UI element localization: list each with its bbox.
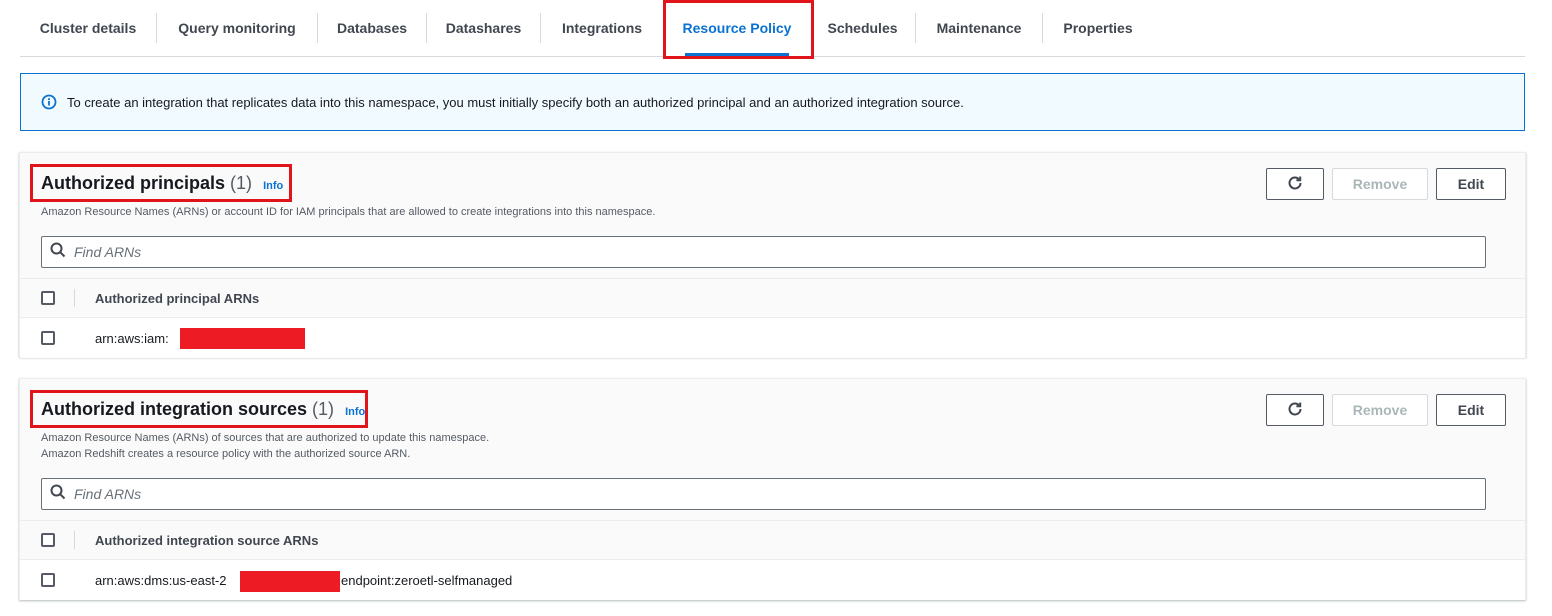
authorized-integration-sources-panel: Authorized integration sources (1) Info …	[19, 378, 1526, 600]
column-header-source-arns[interactable]: Authorized integration source ARNs	[95, 533, 318, 548]
search-icon	[50, 484, 66, 505]
table-header: Authorized integration source ARNs	[20, 520, 1525, 560]
edit-button[interactable]: Edit	[1436, 168, 1506, 200]
source-arn-prefix: arn:aws:dms:us-east-2	[95, 572, 227, 588]
info-banner-text: To create an integration that replicates…	[67, 94, 964, 110]
edit-button[interactable]: Edit	[1436, 394, 1506, 426]
principal-arn-cell: arn:aws:iam:	[95, 330, 169, 346]
tab-cluster-details[interactable]: Cluster details	[20, 0, 156, 56]
tab-properties[interactable]: Properties	[1043, 0, 1153, 56]
redacted-region	[180, 328, 305, 349]
description-line: Amazon Resource Names (ARNs) of sources …	[41, 432, 490, 444]
tab-query-monitoring[interactable]: Query monitoring	[157, 0, 317, 56]
tab-datashares[interactable]: Datashares	[427, 0, 540, 56]
remove-button[interactable]: Remove	[1332, 168, 1428, 200]
table-header: Authorized principal ARNs	[20, 278, 1525, 318]
refresh-icon	[1286, 174, 1304, 195]
info-banner: To create an integration that replicates…	[20, 73, 1525, 131]
find-arns-search[interactable]	[41, 236, 1486, 268]
authorized-principals-panel: Authorized principals (1) Info Amazon Re…	[19, 152, 1526, 358]
select-all-checkbox[interactable]	[41, 533, 55, 547]
refresh-icon	[1286, 400, 1304, 421]
table-row: arn:aws:dms:us-east-2 endpoint:zeroetl-s…	[20, 560, 1525, 600]
table-row: arn:aws:iam:	[20, 318, 1525, 358]
column-divider	[74, 531, 75, 549]
find-arns-search[interactable]	[41, 478, 1486, 510]
redacted-region	[240, 571, 340, 592]
panel-description: Amazon Resource Names (ARNs) or account …	[41, 206, 656, 218]
title-highlight-box	[30, 164, 292, 202]
search-input[interactable]	[74, 486, 1454, 502]
row-checkbox[interactable]	[41, 331, 55, 345]
title-highlight-box	[30, 390, 368, 428]
refresh-button[interactable]	[1266, 394, 1324, 426]
source-arn-suffix: endpoint:zeroetl-selfmanaged	[341, 572, 513, 588]
search-icon	[50, 242, 66, 263]
column-divider	[74, 289, 75, 307]
active-tab-highlight-box	[663, 0, 814, 59]
search-input[interactable]	[74, 244, 1454, 260]
info-circle-icon	[41, 94, 57, 110]
remove-button[interactable]: Remove	[1332, 394, 1428, 426]
tab-maintenance[interactable]: Maintenance	[916, 0, 1042, 56]
row-checkbox[interactable]	[41, 573, 55, 587]
tab-databases[interactable]: Databases	[318, 0, 426, 56]
panel-description: Amazon Resource Names (ARNs) of sources …	[41, 430, 489, 462]
select-all-checkbox[interactable]	[41, 291, 55, 305]
tab-schedules[interactable]: Schedules	[811, 0, 914, 56]
column-header-principal-arns[interactable]: Authorized principal ARNs	[95, 291, 259, 306]
refresh-button[interactable]	[1266, 168, 1324, 200]
description-line: Amazon Redshift creates a resource polic…	[41, 448, 411, 460]
tab-integrations[interactable]: Integrations	[541, 0, 663, 56]
